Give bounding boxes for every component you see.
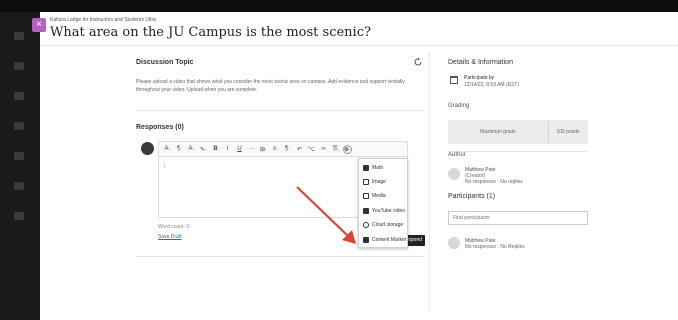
participants-search-input[interactable]	[448, 211, 588, 225]
cloud-icon	[363, 222, 369, 228]
image-icon	[363, 179, 369, 185]
grading-label: Grading	[448, 103, 470, 109]
calendar-icon	[450, 76, 458, 84]
top-bar	[0, 0, 678, 12]
page-title: What area on the JU Campus is the most s…	[50, 25, 371, 40]
refresh-icon[interactable]	[413, 57, 423, 67]
menu-item-media[interactable]: Media	[363, 191, 386, 201]
link-icon[interactable]: ∞	[319, 146, 328, 152]
menu-item-label: Image	[372, 179, 386, 185]
author-label: Author	[448, 152, 466, 158]
menu-item-label: Media	[372, 193, 386, 199]
underline-button[interactable]: U	[235, 146, 244, 152]
discussion-topic-heading: Discussion Topic	[136, 59, 194, 66]
menu-item-youtube[interactable]: YouTube video	[363, 206, 405, 216]
participant-stats: No responses · No Replies	[465, 244, 525, 250]
insert-content-menu: Math Image Media YouTube video Cloud sto…	[358, 158, 408, 248]
nav-icon[interactable]	[14, 62, 24, 70]
column-divider	[429, 52, 430, 312]
avatar	[141, 142, 154, 155]
menu-item-label: Content Market	[372, 237, 407, 243]
nav-icon[interactable]	[14, 152, 24, 160]
annotation-arrow	[296, 186, 356, 244]
text-color-button[interactable]: ✎·	[199, 146, 208, 153]
text-caret: |	[164, 163, 166, 169]
author-stats: No responses · No replies	[465, 179, 523, 185]
nav-icon[interactable]	[14, 182, 24, 190]
math-icon	[363, 165, 369, 171]
media-icon	[363, 193, 369, 199]
course-name: Kaltura Lodge for Instructors and Studen…	[50, 17, 156, 23]
menu-item-label: YouTube video	[372, 208, 405, 214]
nav-icon[interactable]	[14, 212, 24, 220]
discussion-topic-text: Please upload a video that shows what yo…	[136, 79, 405, 93]
grading-summary: Maximum grade 100 points	[448, 120, 588, 144]
menu-item-label: Cloud storage	[372, 222, 404, 228]
insert-content-button[interactable]: ⊕·	[343, 144, 352, 154]
participate-by-label: Participate by	[464, 75, 495, 81]
content-market-icon	[363, 237, 369, 243]
save-draft-link[interactable]: Save Draft	[158, 234, 182, 240]
more-formatting-button[interactable]: ···	[247, 146, 256, 152]
editor-toolbar: A· ¶· A· ✎· B I U ··· ⊞· ≡· ¶· ↶ ⌥ ∞ ⎘ ⊕…	[158, 141, 408, 156]
participants-heading: Participants (1)	[448, 193, 496, 200]
participate-by-date: 12/14/22, 8:59 AM (EST)	[464, 82, 520, 88]
italic-button[interactable]: I	[223, 146, 232, 152]
nav-icon[interactable]	[14, 32, 24, 40]
list-button[interactable]: ≡·	[271, 146, 280, 152]
menu-item-image[interactable]: Image	[363, 177, 386, 187]
menu-item-label: Math	[372, 165, 384, 171]
divider	[136, 110, 424, 111]
divider	[448, 151, 588, 152]
max-grade-value: 100 points	[556, 129, 580, 135]
attachment-icon[interactable]: ⎘	[331, 146, 340, 153]
paragraph-style-button[interactable]: ¶·	[175, 146, 184, 152]
nav-icon[interactable]	[14, 122, 24, 130]
avatar	[448, 237, 460, 249]
youtube-icon	[363, 208, 369, 214]
close-panel-button[interactable]: ×	[32, 18, 46, 32]
panel-header: × Kaltura Lodge for Instructors and Stud…	[32, 12, 678, 46]
text-style-button[interactable]: A·	[163, 146, 172, 152]
details-heading: Details & Information	[448, 59, 513, 66]
paragraph-button[interactable]: ¶·	[283, 146, 292, 152]
responses-heading: Responses (0)	[136, 124, 184, 131]
avatar	[448, 168, 460, 180]
word-count: Word count: 0	[158, 224, 190, 230]
undo-icon[interactable]: ↶	[295, 146, 304, 153]
bold-button[interactable]: B	[211, 146, 220, 152]
max-grade-label: Maximum grade	[480, 129, 516, 135]
nav-icon[interactable]	[14, 92, 24, 100]
menu-item-cloud-storage[interactable]: Cloud storage	[363, 220, 403, 230]
font-size-button[interactable]: A·	[187, 146, 196, 152]
discussion-panel: × Kaltura Lodge for Instructors and Stud…	[32, 12, 678, 320]
divider	[136, 256, 424, 257]
menu-item-math[interactable]: Math	[363, 163, 383, 173]
left-navigation-rail	[0, 12, 40, 320]
menu-item-content-market[interactable]: Content Market	[363, 235, 406, 245]
code-icon[interactable]: ⌥	[307, 146, 316, 153]
table-button[interactable]: ⊞·	[259, 146, 268, 153]
